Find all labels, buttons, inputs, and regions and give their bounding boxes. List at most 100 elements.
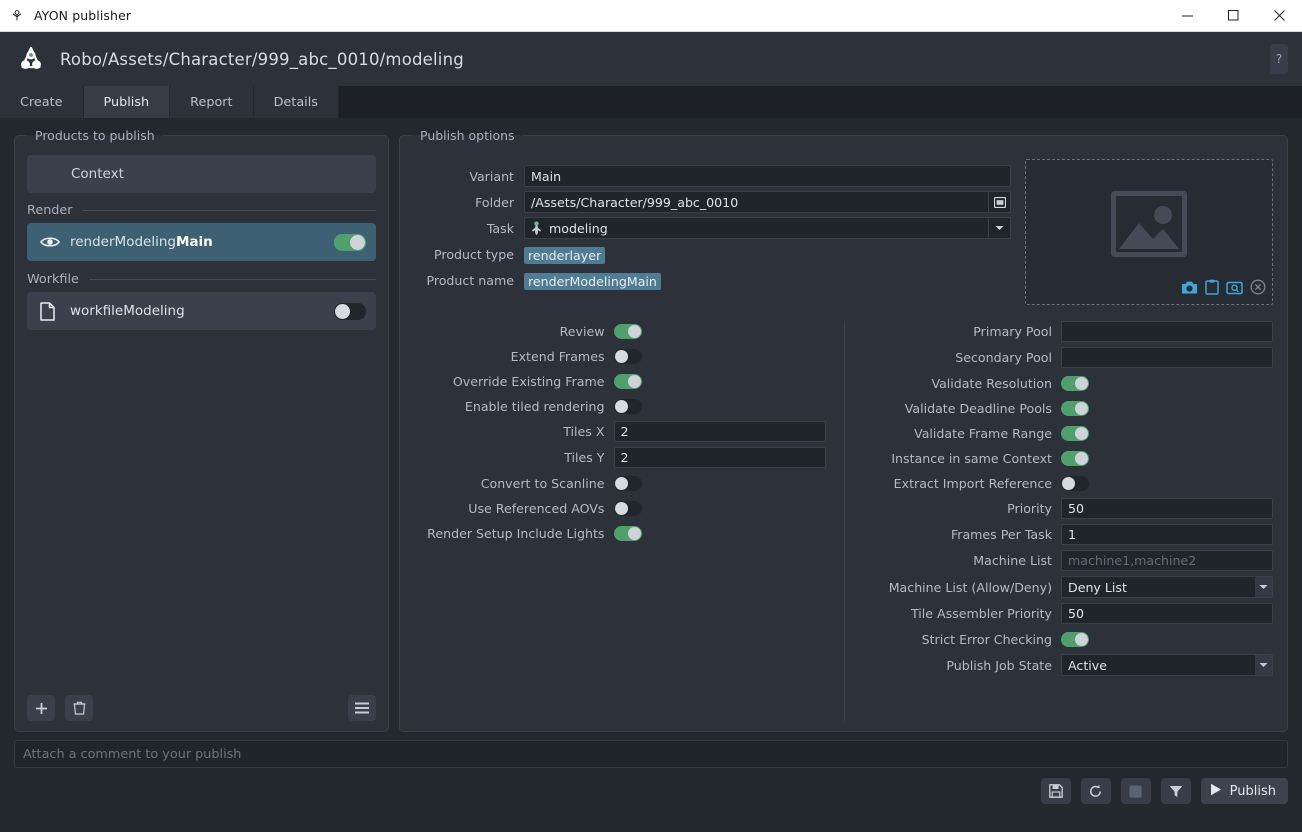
toggle-knob	[1062, 476, 1075, 490]
maximize-icon[interactable]	[1210, 0, 1256, 32]
list-item-label-regular: renderModeling	[70, 234, 176, 250]
product-name-row: Product name renderModelingMain	[414, 269, 1011, 291]
plus-icon[interactable]	[27, 695, 55, 721]
attribute-value-wrap: 1	[1061, 524, 1273, 545]
toggle-override-existing-frame[interactable]	[613, 373, 642, 389]
input-tile-assembler-priority[interactable]: 50	[1061, 603, 1273, 624]
filter-icon[interactable]	[1160, 778, 1191, 804]
input-priority[interactable]: 50	[1061, 498, 1273, 519]
group-label-render: Render	[27, 203, 73, 218]
folder-picker-icon[interactable]	[988, 192, 1010, 212]
publish-form: Variant Main Folder /Assets/Character/99…	[414, 159, 1011, 305]
save-icon[interactable]	[1040, 778, 1071, 804]
ayon-logo-icon	[0, 9, 34, 23]
clear-thumbnail-icon[interactable]	[1250, 279, 1266, 299]
reset-icon[interactable]	[1080, 778, 1111, 804]
chevron-down-icon[interactable]	[1255, 577, 1272, 597]
app-header: Robo/Assets/Character/999_abc_0010/model…	[0, 32, 1302, 86]
publish-options-top: Variant Main Folder /Assets/Character/99…	[412, 153, 1275, 305]
tab-publish[interactable]: Publish	[83, 86, 171, 118]
attribute-label-validate-frame-range: Validate Frame Range	[914, 425, 1052, 441]
toggle-convert-to-scanline[interactable]	[613, 475, 642, 491]
list-item-label: renderModelingMain	[70, 234, 334, 250]
task-select[interactable]: modeling	[524, 217, 1011, 239]
attribute-row-secondary-pool: Secondary Pool	[863, 347, 1273, 368]
context-item[interactable]: Context	[27, 155, 376, 193]
browse-folder-icon[interactable]	[1226, 280, 1243, 299]
attribute-value-wrap	[613, 323, 826, 339]
publish-button[interactable]: Publish	[1200, 778, 1288, 804]
help-icon[interactable]: ?	[1270, 44, 1288, 74]
toggle-strict-error-checking[interactable]	[1061, 631, 1089, 647]
toggle-render-setup-include-lights[interactable]	[613, 525, 642, 541]
eye-icon	[40, 235, 70, 249]
trash-icon[interactable]	[65, 695, 93, 721]
attribute-row-review: Review	[414, 321, 826, 341]
input-placeholder: machine1,machine2	[1068, 553, 1197, 568]
window-title: AYON publisher	[34, 8, 132, 23]
attribute-value-wrap	[613, 500, 826, 516]
publish-options-legend: Publish options	[420, 128, 515, 143]
close-icon[interactable]	[1256, 0, 1302, 32]
list-item[interactable]: renderModelingMain	[27, 223, 376, 261]
attribute-label-tiles-y: Tiles Y	[564, 450, 605, 465]
chevron-down-icon[interactable]	[1255, 655, 1272, 675]
toggle-validate-resolution[interactable]	[1061, 375, 1089, 391]
toggle-extend-frames[interactable]	[613, 348, 642, 364]
products-panel: Products to publish Context Render rende…	[14, 128, 389, 732]
chevron-down-icon[interactable]	[988, 218, 1010, 238]
attribute-row-tiles-x: Tiles X 2	[414, 421, 826, 442]
select-machine-list-allow-deny[interactable]: Deny List	[1061, 576, 1273, 598]
attribute-value-wrap	[613, 373, 826, 389]
attribute-row-validate-resolution: Validate Resolution	[863, 373, 1274, 393]
attribute-row-convert-to-scanline: Convert to Scanline	[414, 473, 826, 493]
select-value: Active	[1068, 657, 1107, 673]
toggle-knob	[1075, 426, 1088, 440]
attribute-columns: Review Extend Frames Override Existing Fra…	[412, 305, 1275, 721]
list-item-toggle[interactable]	[334, 302, 366, 320]
select-publish-job-state[interactable]: Active	[1061, 654, 1273, 676]
attribute-row-extract-import-reference: Extract Import Reference	[863, 473, 1274, 493]
attribute-value-wrap	[1061, 450, 1273, 466]
paste-icon[interactable]	[1205, 279, 1219, 299]
comment-input[interactable]: Attach a comment to your publish	[14, 740, 1288, 768]
attribute-label-tile-assembler-priority: Tile Assembler Priority	[910, 606, 1052, 621]
tab-report[interactable]: Report	[170, 86, 254, 118]
attribute-row-strict-error-checking: Strict Error Checking	[863, 629, 1274, 649]
hamburger-menu-icon[interactable]	[348, 695, 376, 721]
input-primary-pool[interactable]	[1061, 321, 1273, 342]
camera-icon[interactable]	[1181, 280, 1198, 299]
variant-input[interactable]: Main	[524, 165, 1011, 187]
attribute-row-validate-frame-range: Validate Frame Range	[863, 423, 1274, 443]
input-tiles-x[interactable]: 2	[613, 421, 826, 442]
input-frames-per-task[interactable]: 1	[1061, 524, 1273, 545]
input-secondary-pool[interactable]	[1061, 347, 1273, 368]
group-header-render: Render	[27, 203, 376, 218]
tab-details[interactable]: Details	[253, 86, 339, 118]
toggle-knob	[350, 234, 365, 250]
toggle-knob	[614, 399, 628, 413]
list-item-toggle[interactable]	[334, 233, 366, 251]
toggle-validate-frame-range[interactable]	[1061, 425, 1089, 441]
attribute-value-wrap: 2	[613, 447, 826, 468]
toggle-extract-import-reference[interactable]	[1061, 475, 1089, 491]
input-tiles-y[interactable]: 2	[613, 447, 826, 468]
breadcrumb: Robo/Assets/Character/999_abc_0010/model…	[60, 49, 464, 69]
toggle-use-referenced-aovs[interactable]	[613, 500, 642, 516]
toggle-validate-deadline-pools[interactable]	[1061, 400, 1089, 416]
minimize-icon[interactable]	[1164, 0, 1210, 32]
stop-icon[interactable]	[1120, 778, 1151, 804]
toggle-instance-in-same-context[interactable]	[1061, 450, 1089, 466]
thumbnail-widget[interactable]	[1025, 159, 1273, 305]
tab-create[interactable]: Create	[0, 86, 84, 118]
list-item[interactable]: workfileModeling	[27, 292, 376, 330]
folder-input[interactable]: /Assets/Character/999_abc_0010	[524, 191, 1011, 213]
attribute-row-use-referenced-aovs: Use Referenced AOVs	[414, 498, 826, 518]
attribute-label-publish-job-state: Publish Job State	[946, 657, 1052, 673]
product-type-label: Product type	[434, 246, 514, 262]
input-machine-list[interactable]: machine1,machine2	[1061, 550, 1273, 571]
footer: Attach a comment to your publish Publish	[0, 740, 1302, 832]
toggle-review[interactable]	[613, 323, 642, 339]
toggle-enable-tiled-rendering[interactable]	[613, 398, 642, 414]
toggle-knob	[1075, 451, 1088, 465]
